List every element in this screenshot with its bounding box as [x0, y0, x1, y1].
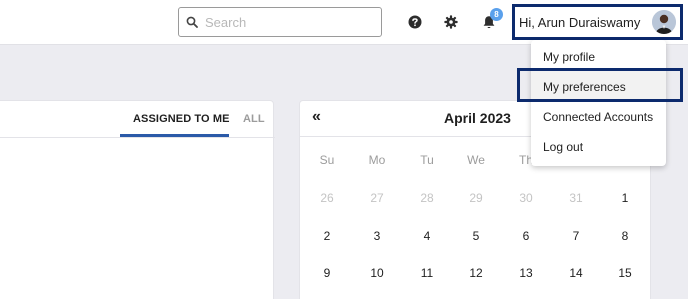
user-menu-toggle[interactable]: Hi, Arun Duraiswamy [512, 4, 683, 40]
avatar[interactable] [652, 10, 676, 34]
previous-month-button[interactable]: « [312, 108, 321, 126]
calendar-day[interactable]: 30 [506, 191, 546, 205]
calendar-week-row: 9 10 11 12 13 14 15 [300, 266, 652, 286]
weekday-label: Mo [368, 153, 386, 167]
calendar-day[interactable]: 8 [605, 229, 645, 243]
tasks-card: ASSIGNED TO ME ALL [0, 100, 275, 299]
menu-item-connected-accounts[interactable]: Connected Accounts [543, 110, 653, 124]
calendar-day[interactable]: 15 [605, 266, 645, 280]
calendar-day[interactable]: 6 [506, 229, 546, 243]
weekday-label: We [467, 153, 485, 167]
calendar-day[interactable]: 13 [506, 266, 546, 280]
menu-item-my-profile[interactable]: My profile [543, 50, 595, 64]
calendar-day[interactable]: 10 [357, 266, 397, 280]
calendar-day[interactable]: 4 [407, 229, 447, 243]
search-box[interactable] [178, 7, 382, 37]
gear-icon[interactable] [441, 12, 461, 32]
notification-badge: 8 [490, 8, 503, 21]
calendar-month-title: April 2023 [444, 110, 511, 126]
calendar-day[interactable]: 27 [357, 191, 397, 205]
calendar-day[interactable]: 11 [407, 266, 447, 280]
calendar-day[interactable]: 28 [407, 191, 447, 205]
calendar-day[interactable]: 29 [456, 191, 496, 205]
calendar-day[interactable]: 31 [556, 191, 596, 205]
tab-divider [0, 137, 275, 138]
menu-item-log-out[interactable]: Log out [543, 140, 583, 154]
menu-item-my-preferences[interactable]: My preferences [543, 80, 626, 94]
calendar-day[interactable]: 1 [605, 191, 645, 205]
calendar-day[interactable]: 12 [456, 266, 496, 280]
calendar-week-row: 2 3 4 5 6 7 8 [300, 229, 652, 249]
search-input[interactable] [205, 14, 373, 30]
calendar-day[interactable]: 3 [357, 229, 397, 243]
tab-assigned-to-me[interactable]: ASSIGNED TO ME [133, 113, 230, 125]
search-icon [179, 8, 205, 36]
calendar-day[interactable]: 2 [307, 229, 347, 243]
weekday-label: Tu [420, 153, 434, 167]
weekday-label: Su [319, 153, 335, 167]
calendar-day[interactable]: 7 [556, 229, 596, 243]
user-dropdown-menu: My profile My preferences Connected Acco… [531, 40, 666, 166]
help-icon[interactable] [405, 12, 425, 32]
top-bar: 8 Hi, Arun Duraiswamy [0, 0, 688, 45]
calendar-day[interactable]: 5 [456, 229, 496, 243]
user-greeting: Hi, Arun Duraiswamy [519, 14, 641, 30]
calendar-day[interactable]: 9 [307, 266, 347, 280]
calendar-day[interactable]: 14 [556, 266, 596, 280]
calendar-day[interactable]: 26 [307, 191, 347, 205]
tab-all[interactable]: ALL [243, 113, 265, 125]
calendar-week-row: 26 27 28 29 30 31 1 [300, 191, 652, 211]
